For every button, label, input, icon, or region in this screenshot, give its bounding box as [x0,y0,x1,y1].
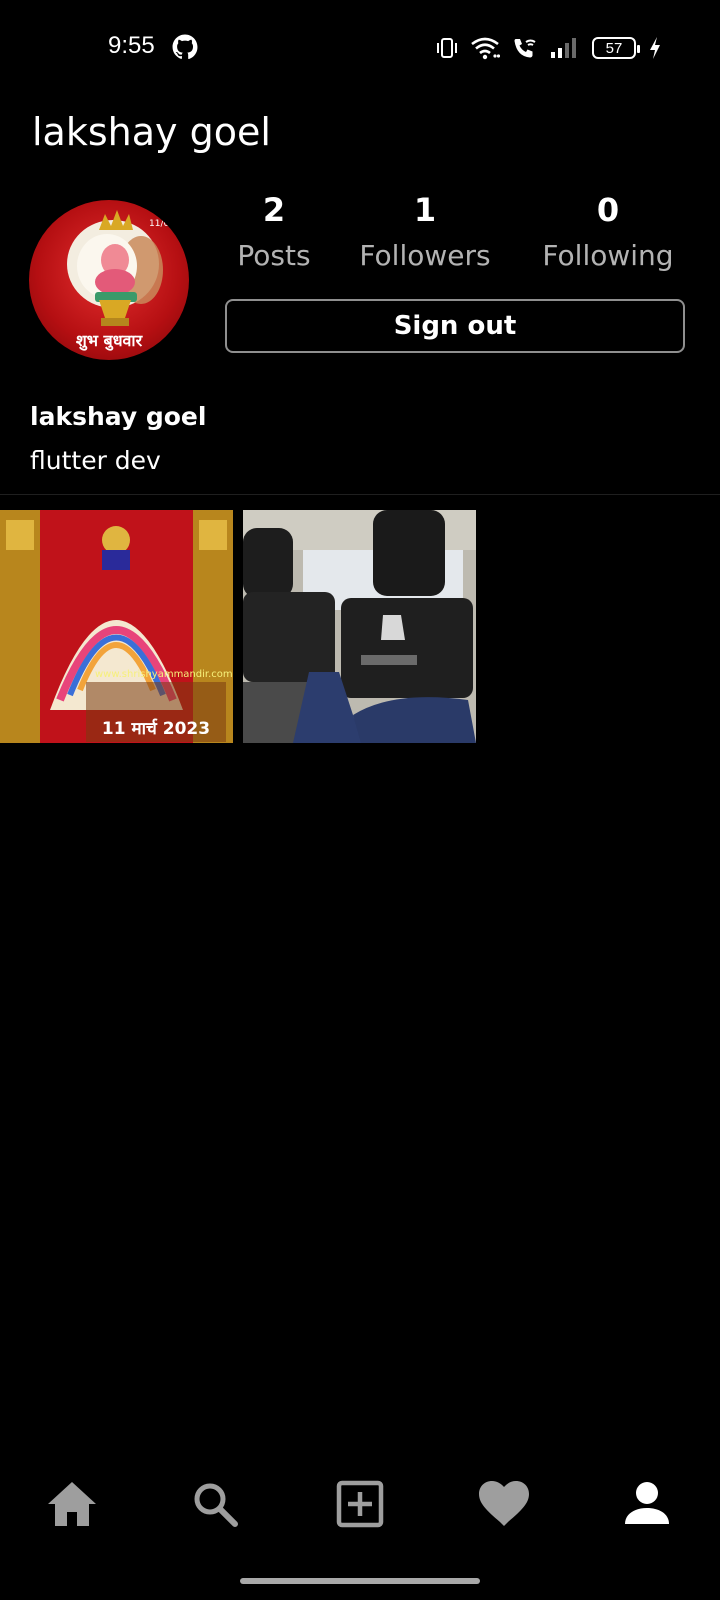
followers-count: 1 [413,191,437,229]
signal-icon [551,38,576,58]
stat-followers[interactable]: 1 Followers [345,190,505,276]
home-icon [48,1482,96,1526]
profile-icon [625,1482,669,1524]
post-image: www.shrishyammandir.com 11 मार्च 2023 [0,510,233,743]
status-bar: 9:55 57 [0,0,720,96]
avatar-caption: शुभ बुधवार [76,331,144,351]
wifi-call-icon [514,39,536,58]
stat-posts[interactable]: 2 Posts [194,190,354,276]
search-icon [194,1483,238,1527]
sign-out-button[interactable]: Sign out [225,299,685,353]
vibrate-icon [437,38,457,58]
svg-text:www.shrishyammandir.com: www.shrishyammandir.com [95,669,233,680]
followers-label: Followers [359,239,491,272]
nav-profile[interactable] [617,1474,677,1534]
wifi-icon [471,37,500,60]
battery-level: 57 [605,39,623,57]
post-thumbnail[interactable]: www.shrishyammandir.com 11 मार्च 2023 [0,510,233,743]
nav-search[interactable] [185,1474,245,1534]
charging-icon [650,37,660,59]
post-image [243,510,476,743]
bio: flutter dev [30,446,161,475]
profile-title: lakshay goel [32,110,271,154]
posts-count: 2 [262,191,286,229]
avatar[interactable]: 11/01/2 शुभ बुधवार [29,200,189,360]
post-thumbnail[interactable] [243,510,476,743]
nav-activity[interactable] [474,1474,534,1534]
status-time: 9:55 [108,32,155,59]
svg-text:11/01/2: 11/01/2 [149,219,184,229]
posts-label: Posts [237,239,311,272]
following-count: 0 [596,191,620,229]
post-caption: 11 मार्च 2023 [102,718,210,739]
following-label: Following [542,239,674,272]
stat-following[interactable]: 0 Following [528,190,688,276]
bottom-nav [0,1460,720,1544]
nav-home[interactable] [42,1474,102,1534]
status-icons: 57 [436,33,662,63]
add-post-icon [336,1480,384,1528]
nav-add-post[interactable] [330,1474,390,1534]
divider [0,494,720,495]
display-name: lakshay goel [30,402,207,431]
home-indicator[interactable] [240,1578,480,1584]
heart-icon [479,1481,529,1526]
github-icon [172,34,198,60]
avatar-image: 11/01/2 शुभ बुधवार [67,210,184,351]
battery-icon: 57 [592,37,640,59]
